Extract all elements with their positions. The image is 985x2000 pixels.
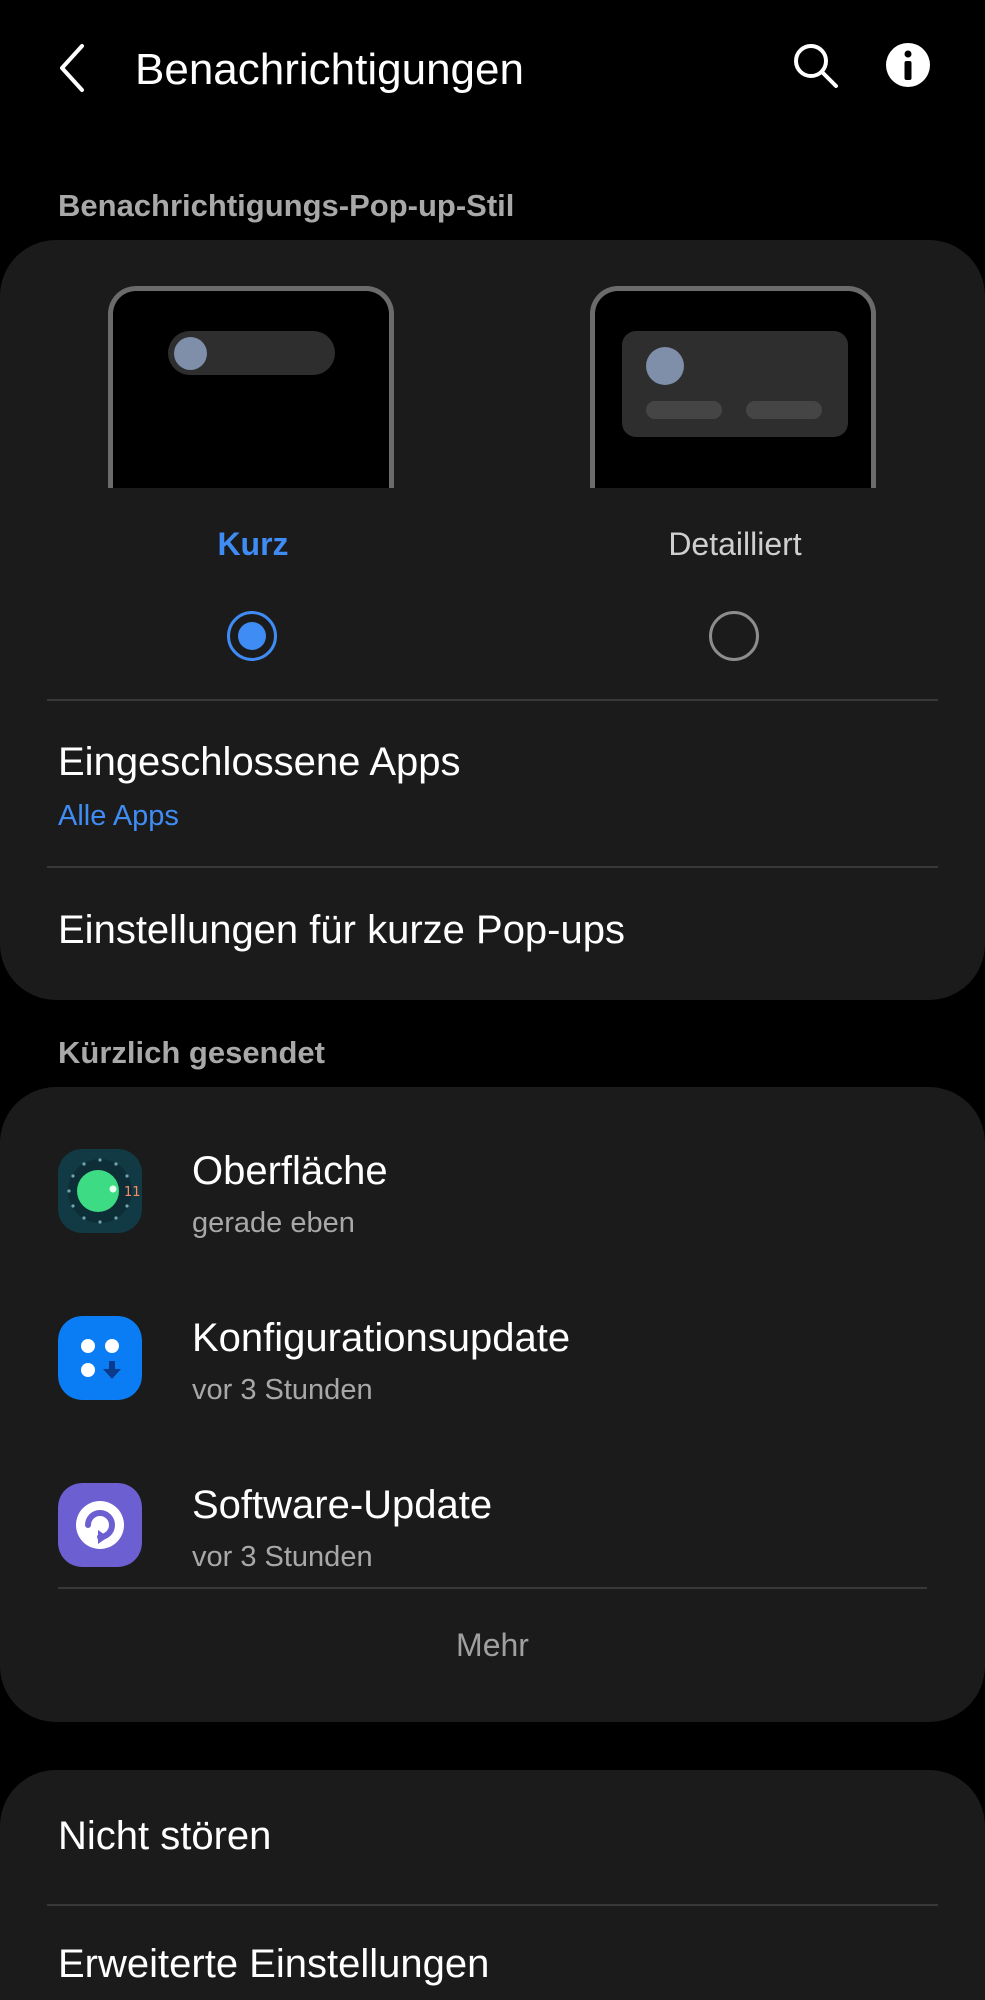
advanced-settings-title: Erweiterte Einstellungen — [58, 1942, 490, 1986]
popup-style-brief-radio[interactable] — [227, 611, 277, 661]
do-not-disturb-title: Nicht stören — [58, 1814, 272, 1858]
notification-time: vor 3 Stunden — [192, 1541, 373, 1573]
config-update-icon — [58, 1316, 142, 1400]
divider — [47, 699, 938, 701]
detailed-preview-bar — [646, 401, 722, 419]
search-icon[interactable] — [790, 40, 842, 92]
notification-app-name: Oberfläche — [192, 1149, 388, 1193]
popup-style-detailed-option[interactable]: Detailliert — [590, 286, 880, 686]
popup-style-detailed-radio[interactable] — [709, 611, 759, 661]
list-item[interactable]: Software-Update vor 3 Stunden — [0, 1461, 985, 1601]
info-icon[interactable] — [883, 40, 933, 90]
popup-style-brief-label: Kurz — [217, 526, 289, 562]
popup-style-card: Kurz Detailliert Eingeschlossene Apps Al… — [0, 240, 985, 1000]
brief-preview-pill — [168, 331, 335, 375]
included-apps-row[interactable]: Eingeschlossene Apps Alle Apps — [0, 702, 985, 866]
do-not-disturb-row[interactable]: Nicht stören — [0, 1770, 985, 1904]
included-apps-title: Eingeschlossene Apps — [58, 740, 461, 784]
page-title: Benachrichtigungen — [135, 45, 524, 94]
notification-app-name: Software-Update — [192, 1483, 493, 1527]
detailed-preview-dot — [646, 347, 684, 385]
list-item[interactable]: Konfigurationsupdate vor 3 Stunden — [0, 1294, 985, 1434]
notification-time: vor 3 Stunden — [192, 1374, 373, 1406]
section-label-recent: Kürzlich gesendet — [58, 1035, 325, 1070]
notification-time: gerade eben — [192, 1207, 355, 1239]
list-item[interactable]: 11 Oberfläche gerade eben — [0, 1127, 985, 1267]
android-11-icon: 11 — [58, 1149, 142, 1233]
brief-preview-phone — [108, 286, 394, 488]
included-apps-value: Alle Apps — [58, 800, 179, 832]
more-button[interactable]: Mehr — [0, 1627, 985, 1664]
software-update-icon — [58, 1483, 142, 1567]
svg-text:11: 11 — [124, 1185, 141, 1200]
back-arrow-icon[interactable] — [52, 38, 102, 98]
detailed-preview-bar — [746, 401, 822, 419]
section-label-popup-style: Benachrichtigungs-Pop-up-Stil — [58, 188, 515, 223]
divider — [58, 1587, 927, 1589]
detailed-preview-phone — [590, 286, 876, 488]
brief-popup-settings-title: Einstellungen für kurze Pop-ups — [58, 908, 625, 952]
recent-notifications-card: 11 Oberfläche gerade eben Konfigurations… — [0, 1087, 985, 1722]
notification-app-name: Konfigurationsupdate — [192, 1316, 571, 1360]
brief-popup-settings-row[interactable]: Einstellungen für kurze Pop-ups — [0, 868, 985, 1000]
brief-preview-dot — [174, 337, 207, 370]
popup-style-detailed-label: Detailliert — [668, 526, 802, 562]
popup-style-brief-option[interactable]: Kurz — [108, 286, 398, 686]
more-settings-card: Nicht stören Erweiterte Einstellungen — [0, 1770, 985, 2000]
top-app-bar: Benachrichtigungen — [0, 0, 985, 140]
detailed-preview-card — [622, 331, 848, 437]
advanced-settings-row[interactable]: Erweiterte Einstellungen — [0, 1906, 985, 2000]
